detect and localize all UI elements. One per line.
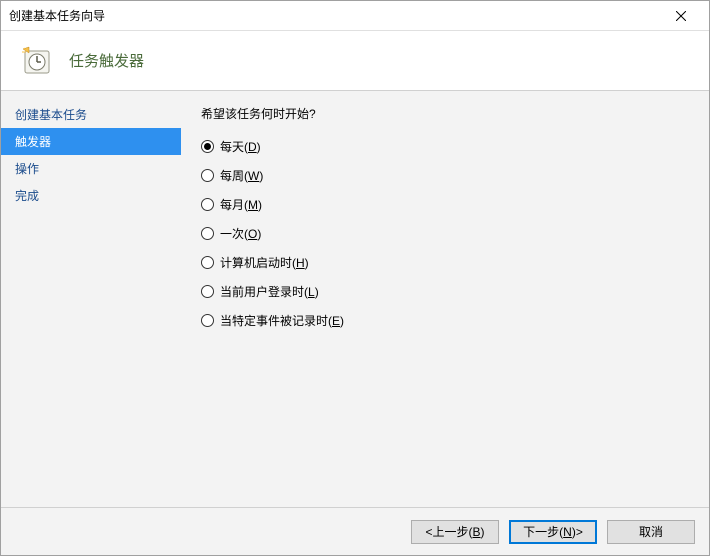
wizard-header: 任务触发器 (1, 31, 709, 91)
sidebar-item[interactable]: 完成 (1, 182, 181, 209)
back-button-text: 上一步 (432, 523, 468, 540)
sidebar-item[interactable]: 创建基本任务 (1, 101, 181, 128)
back-button[interactable]: < 上一步 (B) (411, 520, 499, 544)
radio-icon (201, 314, 214, 327)
sidebar-item-label: 操作 (15, 162, 39, 176)
next-button-text: 下一步 (523, 523, 559, 540)
next-button-accel: N (563, 525, 572, 539)
wizard-sidebar: 创建基本任务触发器操作完成 (1, 91, 181, 507)
sidebar-item-label: 创建基本任务 (15, 108, 87, 122)
next-button[interactable]: 下一步 (N) > (509, 520, 597, 544)
sidebar-item[interactable]: 触发器 (1, 128, 181, 155)
wizard-content: 希望该任务何时开始? 每天(D) 每周(W) 每月(M) 一次(O) 计算机启动时(H)… (181, 91, 709, 507)
window-title: 创建基本任务向导 (9, 7, 661, 24)
wizard-header-title: 任务触发器 (69, 50, 144, 71)
wizard-body: 创建基本任务触发器操作完成 希望该任务何时开始? 每天(D) 每周(W) 每月(M)… (1, 91, 709, 507)
sidebar-item[interactable]: 操作 (1, 155, 181, 182)
sidebar-item-label: 完成 (15, 189, 39, 203)
radio-icon (201, 140, 214, 153)
radio-label: 计算机启动时(H) (220, 254, 309, 271)
radio-icon (201, 256, 214, 269)
radio-option[interactable]: 每周(W) (201, 167, 689, 184)
sidebar-item-label: 触发器 (15, 135, 51, 149)
close-button[interactable] (661, 2, 701, 30)
radio-label: 每周(W) (220, 167, 263, 184)
radio-label: 每天(D) (220, 138, 261, 155)
trigger-radio-group: 每天(D) 每周(W) 每月(M) 一次(O) 计算机启动时(H) 当前用户登录时(L) 当… (201, 138, 689, 329)
back-button-prefix: < (425, 525, 432, 539)
titlebar: 创建基本任务向导 (1, 1, 709, 31)
radio-icon (201, 285, 214, 298)
cancel-button-text: 取消 (639, 523, 663, 540)
radio-icon (201, 169, 214, 182)
trigger-question: 希望该任务何时开始? (201, 105, 689, 122)
radio-option[interactable]: 每天(D) (201, 138, 689, 155)
radio-option[interactable]: 一次(O) (201, 225, 689, 242)
radio-option[interactable]: 当前用户登录时(L) (201, 283, 689, 300)
back-button-accel: B (473, 525, 481, 539)
radio-option[interactable]: 当特定事件被记录时(E) (201, 312, 689, 329)
radio-label: 当特定事件被记录时(E) (220, 312, 344, 329)
task-clock-icon (21, 45, 53, 77)
radio-label: 一次(O) (220, 225, 261, 242)
close-icon (676, 11, 686, 21)
next-button-suffix: > (576, 525, 583, 539)
radio-icon (201, 227, 214, 240)
wizard-window: 创建基本任务向导 任务触发器 创建基本任务触发器操作完成 希望该任务何时开始 (0, 0, 710, 556)
radio-icon (201, 198, 214, 211)
wizard-footer: < 上一步 (B) 下一步 (N) > 取消 (1, 507, 709, 555)
cancel-button[interactable]: 取消 (607, 520, 695, 544)
radio-option[interactable]: 计算机启动时(H) (201, 254, 689, 271)
radio-label: 每月(M) (220, 196, 262, 213)
radio-label: 当前用户登录时(L) (220, 283, 319, 300)
radio-option[interactable]: 每月(M) (201, 196, 689, 213)
